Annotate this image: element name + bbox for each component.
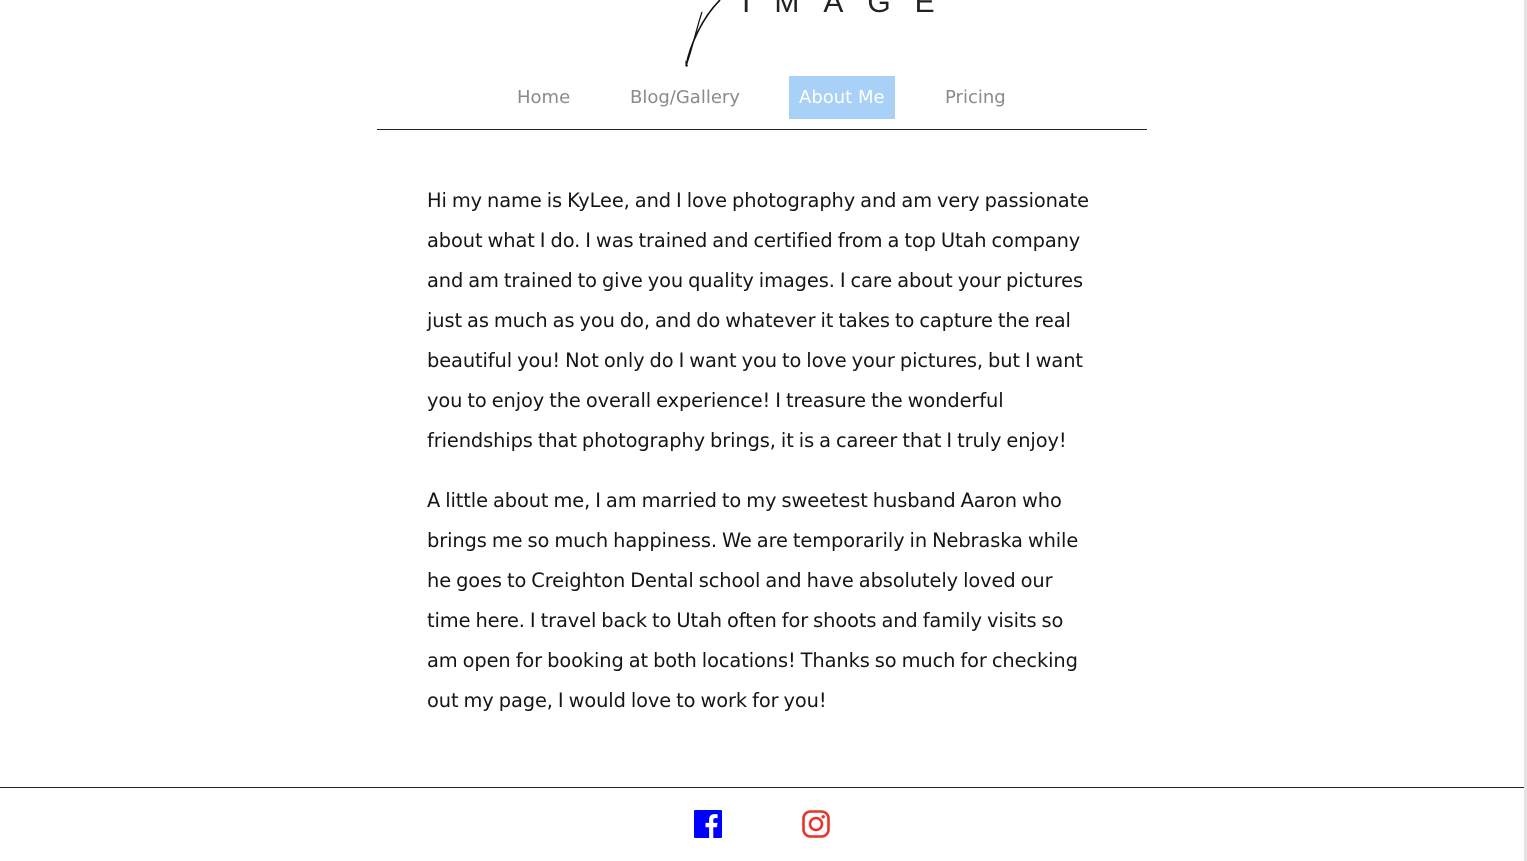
nav-item-home[interactable]: Home	[517, 76, 570, 119]
logo-text: IMAGE	[742, 0, 959, 19]
nav-item-blog-gallery[interactable]: Blog/Gallery	[630, 76, 740, 119]
main-nav: Home Blog/Gallery About Me Pricing	[377, 76, 1147, 119]
facebook-icon	[694, 810, 722, 838]
nav-divider	[377, 129, 1147, 130]
nav-item-about-me[interactable]: About Me	[789, 76, 895, 119]
about-paragraph-intro: Hi my name is KyLee, and I love photogra…	[427, 189, 1089, 452]
nav-item-pricing[interactable]: Pricing	[945, 76, 1006, 119]
page: IMAGE Home Blog/Gallery About Me Pricing…	[0, 0, 1527, 861]
instagram-link[interactable]	[802, 810, 830, 838]
site-logo[interactable]: IMAGE	[680, 0, 960, 70]
footer	[0, 787, 1524, 861]
about-content: Hi my name is KyLee, and I love photogra…	[427, 181, 1097, 741]
instagram-icon	[802, 810, 830, 838]
feather-logo-icon	[685, 0, 721, 67]
about-paragraph-personal: A little about me, I am married to my sw…	[427, 489, 1079, 712]
facebook-link[interactable]	[694, 810, 722, 838]
